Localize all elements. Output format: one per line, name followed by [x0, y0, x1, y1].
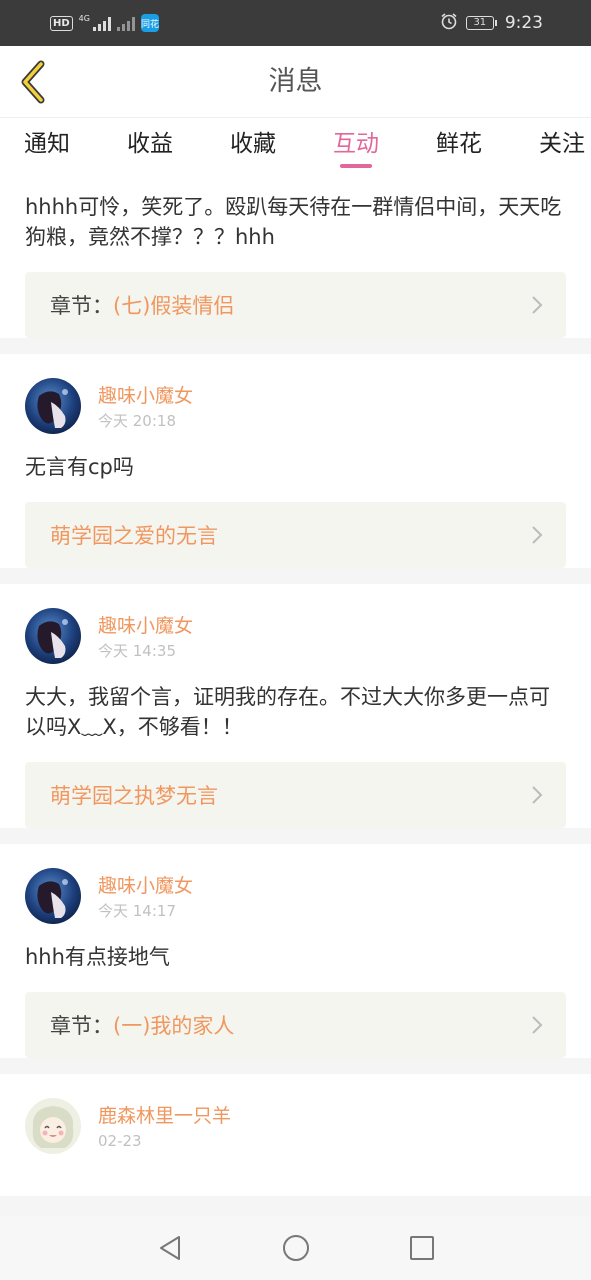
message-card: hhhh可怜，笑死了。殴趴每天待在一群情侣中间，天天吃狗粮，竟然不撑？？？hhh…	[0, 176, 591, 338]
app-notification-icon: 同花	[140, 14, 159, 32]
signal-icon	[92, 15, 111, 31]
book-title: 萌学园之执梦无言	[50, 784, 218, 808]
battery-level: 31	[465, 16, 494, 30]
page-title: 消息	[268, 66, 323, 97]
comment-text: hhh有点接地气	[25, 945, 170, 969]
square-recent-icon	[409, 1236, 434, 1260]
username[interactable]: 趣味小魔女	[98, 874, 193, 898]
alarm-icon	[440, 12, 458, 34]
chevron-right-icon	[532, 1016, 543, 1034]
message-list: hhhh可怜，笑死了。殴趴每天待在一群情侣中间，天天吃狗粮，竟然不撑？？？hhh…	[0, 176, 591, 1216]
chevron-right-icon	[532, 296, 543, 314]
tab-bar: 通知 收益 收藏 互动 鲜花 关注	[0, 118, 591, 176]
message-card: 鹿森林里一只羊 02-23	[0, 1074, 591, 1196]
chapter-link[interactable]: 章节： (七)假装情侣	[25, 272, 566, 338]
status-left: HD 4G 同花	[50, 14, 159, 32]
username[interactable]: 趣味小魔女	[98, 384, 193, 408]
message-card: 趣味小魔女 今天 20:18 无言有cp吗 萌学园之爱的无言	[0, 354, 591, 568]
chevron-right-icon	[532, 526, 543, 544]
chevron-right-icon	[532, 786, 543, 804]
clock: 9:23	[504, 13, 543, 33]
nav-back-button[interactable]	[107, 1216, 233, 1280]
comment-text: hhhh可怜，笑死了。殴趴每天待在一群情侣中间，天天吃狗粮，竟然不撑？？？hhh	[25, 195, 562, 249]
signal-2-icon	[116, 15, 135, 31]
status-right: 31 9:23	[440, 12, 543, 34]
tab-favorites[interactable]: 收藏	[230, 118, 276, 176]
triangle-back-icon	[159, 1236, 180, 1260]
post-time: 今天 14:35	[98, 642, 176, 660]
system-nav-bar	[0, 1216, 591, 1280]
chevron-left-icon	[21, 60, 45, 104]
book-title: 萌学园之爱的无言	[50, 524, 218, 548]
avatar[interactable]	[25, 868, 81, 924]
comment-text: 无言有cp吗	[25, 455, 134, 479]
message-card: 趣味小魔女 今天 14:35 大大，我留个言，证明我的存在。不过大大你多更一点可…	[0, 584, 591, 828]
tab-following[interactable]: 关注	[539, 118, 585, 176]
comment-text: 大大，我留个言，证明我的存在。不过大大你多更一点可以吗X﹏X，不够看！！	[25, 685, 550, 739]
circle-home-icon	[282, 1235, 309, 1261]
battery-icon: 31	[465, 16, 497, 30]
avatar[interactable]	[25, 608, 81, 664]
nav-recent-button[interactable]	[359, 1216, 485, 1280]
user-row: 趣味小魔女 今天 14:35	[25, 608, 566, 666]
avatar[interactable]	[25, 378, 81, 434]
tab-earnings[interactable]: 收益	[127, 118, 173, 176]
username[interactable]: 鹿森林里一只羊	[98, 1104, 231, 1128]
post-time: 今天 20:18	[98, 412, 176, 430]
back-button[interactable]	[10, 58, 56, 106]
post-time: 02-23	[98, 1132, 142, 1150]
username[interactable]: 趣味小魔女	[98, 614, 193, 638]
tab-interactions[interactable]: 互动	[333, 118, 379, 176]
nav-home-button[interactable]	[233, 1216, 359, 1280]
tab-notifications[interactable]: 通知	[24, 118, 70, 176]
chapter-title: (七)假装情侣	[113, 294, 235, 318]
avatar[interactable]	[25, 1098, 81, 1154]
chapter-prefix: 章节：	[50, 1014, 113, 1038]
chapter-link[interactable]: 章节： (一)我的家人	[25, 992, 566, 1058]
hd-indicator: HD	[50, 15, 73, 31]
message-card: 趣味小魔女 今天 14:17 hhh有点接地气 章节： (一)我的家人	[0, 844, 591, 1058]
user-row: 趣味小魔女 今天 14:17	[25, 868, 566, 926]
network-type: 4G	[78, 14, 90, 23]
status-bar: HD 4G 同花 31 9:23	[0, 0, 591, 46]
user-row: 趣味小魔女 今天 20:18	[25, 378, 566, 436]
post-time: 今天 14:17	[98, 902, 176, 920]
book-link[interactable]: 萌学园之执梦无言	[25, 762, 566, 828]
tab-flowers[interactable]: 鲜花	[436, 118, 482, 176]
chapter-title: (一)我的家人	[113, 1014, 235, 1038]
chapter-prefix: 章节：	[50, 294, 113, 318]
header: 消息	[0, 46, 591, 118]
user-row: 鹿森林里一只羊 02-23	[25, 1098, 566, 1156]
book-link[interactable]: 萌学园之爱的无言	[25, 502, 566, 568]
